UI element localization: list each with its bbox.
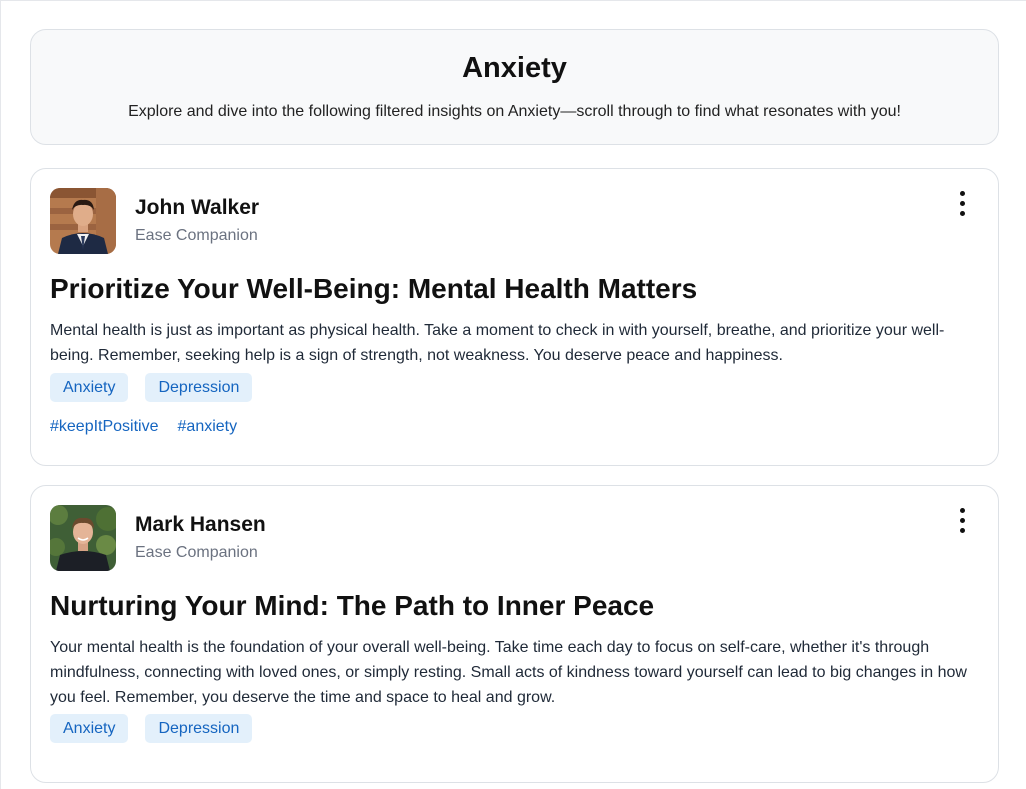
hashtag-link[interactable]: #anxiety <box>178 418 238 436</box>
tag-list: Anxiety Depression <box>50 373 253 402</box>
hashtag-link[interactable]: #keepItPositive <box>50 418 159 436</box>
post-card: John Walker Ease Companion Prioritize Yo… <box>30 168 999 466</box>
post-body: Your mental health is the foundation of … <box>50 639 967 706</box>
page-title: Anxiety <box>462 52 567 84</box>
author-role: Ease Companion <box>135 544 258 561</box>
person-photo-icon <box>50 188 116 254</box>
post-title[interactable]: Prioritize Your Well-Being: Mental Healt… <box>50 273 697 305</box>
tag-list: Anxiety Depression <box>50 714 253 743</box>
page-subtitle: Explore and dive into the following filt… <box>128 103 901 120</box>
more-vertical-icon[interactable] <box>950 504 974 536</box>
author-role: Ease Companion <box>135 227 258 244</box>
page: Anxiety Explore and dive into the follow… <box>0 0 1026 789</box>
filter-header-card: Anxiety Explore and dive into the follow… <box>30 29 999 145</box>
author-avatar[interactable] <box>50 188 116 254</box>
tag-chip[interactable]: Anxiety <box>50 373 129 402</box>
hashtag-list: #keepItPositive #anxiety <box>50 418 237 436</box>
tag-chip[interactable]: Depression <box>145 373 253 402</box>
person-photo-icon <box>50 505 116 571</box>
author-name[interactable]: Mark Hansen <box>135 513 266 537</box>
post-card: Mark Hansen Ease Companion Nurturing You… <box>30 485 999 783</box>
author-avatar[interactable] <box>50 505 116 571</box>
post-title[interactable]: Nurturing Your Mind: The Path to Inner P… <box>50 590 654 622</box>
tag-chip[interactable]: Depression <box>145 714 253 743</box>
post-body: Mental health is just as important as ph… <box>50 322 945 364</box>
author-name[interactable]: John Walker <box>135 196 259 220</box>
more-vertical-icon[interactable] <box>950 187 974 219</box>
tag-chip[interactable]: Anxiety <box>50 714 129 743</box>
